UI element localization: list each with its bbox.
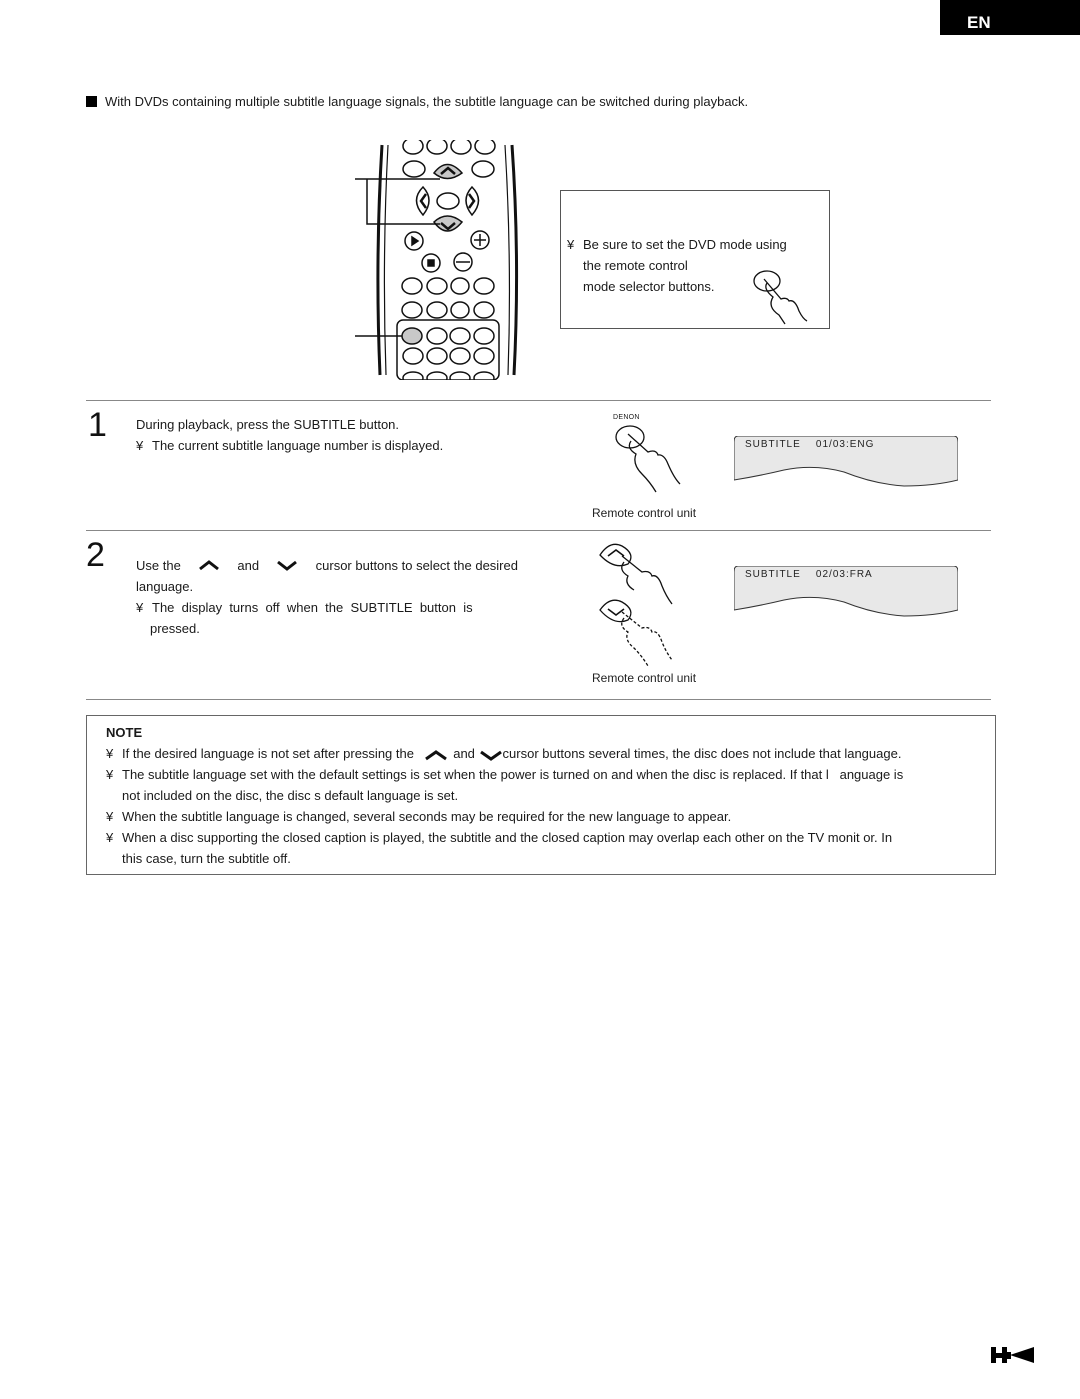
bullet-glyph: ¥	[567, 237, 575, 252]
bullet-glyph: ¥	[106, 746, 114, 761]
cursor-up-icon	[424, 749, 447, 760]
osd-1-text: SUBTITLE 01/03:ENG	[745, 439, 874, 450]
note-item-4: ¥ When a disc supporting the closed capti…	[106, 827, 903, 848]
note-2-line-1: The subtitle language set with the defau…	[122, 767, 904, 782]
note-item-1: ¥ If the desired language is not set afte…	[106, 743, 903, 764]
osd-2-text: SUBTITLE 02/03:FRA	[745, 569, 873, 580]
cursor-down-icon	[277, 560, 298, 571]
note-title: NOTE	[106, 725, 143, 740]
bullet-glyph: ¥	[106, 830, 114, 845]
osd-2-value: 02/03:FRA	[815, 569, 873, 580]
subtitle-button[interactable]	[401, 327, 423, 345]
dvd-mode-line-2: the remote control	[583, 258, 688, 273]
dvd-mode-line-1: Be sure to set the DVD mode using	[583, 237, 787, 252]
bullet-glyph: ¥	[136, 600, 144, 615]
step-2-sub-note: ¥ The display turns off when the SUBTITLE…	[136, 597, 518, 618]
note-item-2: ¥ The subtitle language set with the defa…	[106, 764, 903, 785]
hand-pressing-icon	[753, 270, 808, 325]
note-item-2-cont: not included on the disc, the disc s def…	[122, 788, 459, 803]
step-2-text: Use the and cursor buttons to select the…	[136, 555, 518, 639]
step-number-1: 1	[88, 406, 107, 444]
osd-2-label: SUBTITLE	[745, 569, 801, 580]
note-item-4-cont: this case, turn the subtitle off.	[122, 851, 291, 866]
note-box: NOTE ¥ If the desired language is not set…	[86, 715, 996, 875]
note-item-3: ¥ When the subtitle language is changed, …	[106, 806, 903, 827]
osd-1-label: SUBTITLE	[745, 439, 801, 450]
cursor-down-icon	[479, 750, 502, 761]
step-2-suffix: cursor buttons to select the desired	[315, 558, 518, 573]
section-divider	[86, 400, 991, 401]
intro-text: With DVDs containing multiple subtitle l…	[105, 94, 749, 109]
note-1-prefix: If the desired language is not set after…	[122, 746, 414, 761]
note-1-suffix: cursor buttons several times, the disc d…	[502, 746, 902, 761]
section-divider	[86, 530, 991, 531]
intro-paragraph: With DVDs containing multiple subtitle l…	[86, 94, 748, 109]
bullet-glyph: ¥	[106, 809, 114, 824]
subtitle-button-hand-illustration	[615, 425, 681, 493]
up-button-outline	[599, 543, 632, 567]
note-1-and: and	[453, 746, 475, 761]
step-2-line-1: Use the and cursor buttons to select the…	[136, 555, 518, 576]
step-2-line-2: language.	[136, 579, 194, 594]
step-1-caption: Remote control unit	[592, 506, 697, 520]
note-3-line-1: When the subtitle language is changed, s…	[122, 809, 732, 824]
cursor-buttons-hand-illustration	[599, 543, 673, 667]
square-bullet-icon	[86, 96, 97, 107]
language-tab-label: EN	[967, 13, 991, 32]
dvd-mode-line-3: mode selector buttons.	[583, 279, 715, 294]
dvd-mode-note: ¥ Be sure to set the DVD mode using the r…	[560, 190, 830, 329]
note-list: ¥ If the desired language is not set afte…	[106, 743, 903, 869]
step-2-sub-note-line-1: The display turns off when the SUBTITLE …	[152, 600, 473, 615]
denon-brand-label: DENON	[613, 414, 640, 421]
step-2-caption: Remote control unit	[592, 671, 697, 685]
section-divider	[86, 699, 991, 700]
step-2-prefix: Use the	[136, 558, 181, 573]
remote-control-illustration	[355, 140, 519, 380]
step-1-text: During playback, press the SUBTITLE butt…	[136, 414, 443, 456]
step-1-sub-note: The current subtitle language number is …	[152, 438, 444, 453]
step-number-2: 2	[86, 536, 105, 574]
bullet-glyph: ¥	[106, 767, 114, 782]
osd-1-value: 01/03:ENG	[815, 439, 875, 450]
bullet-glyph: ¥	[136, 438, 144, 453]
note-4-line-1: When a disc supporting the closed captio…	[122, 830, 893, 845]
back-to-top-icon[interactable]	[990, 1345, 1036, 1365]
language-tab: EN	[940, 0, 1080, 35]
step-2-and: and	[237, 558, 260, 573]
step-1-instruction: During playback, press the SUBTITLE butt…	[136, 417, 400, 432]
down-button-outline	[599, 599, 632, 623]
step-2-sub-note-line-2: pressed.	[150, 621, 200, 636]
cursor-up-icon	[199, 560, 220, 571]
